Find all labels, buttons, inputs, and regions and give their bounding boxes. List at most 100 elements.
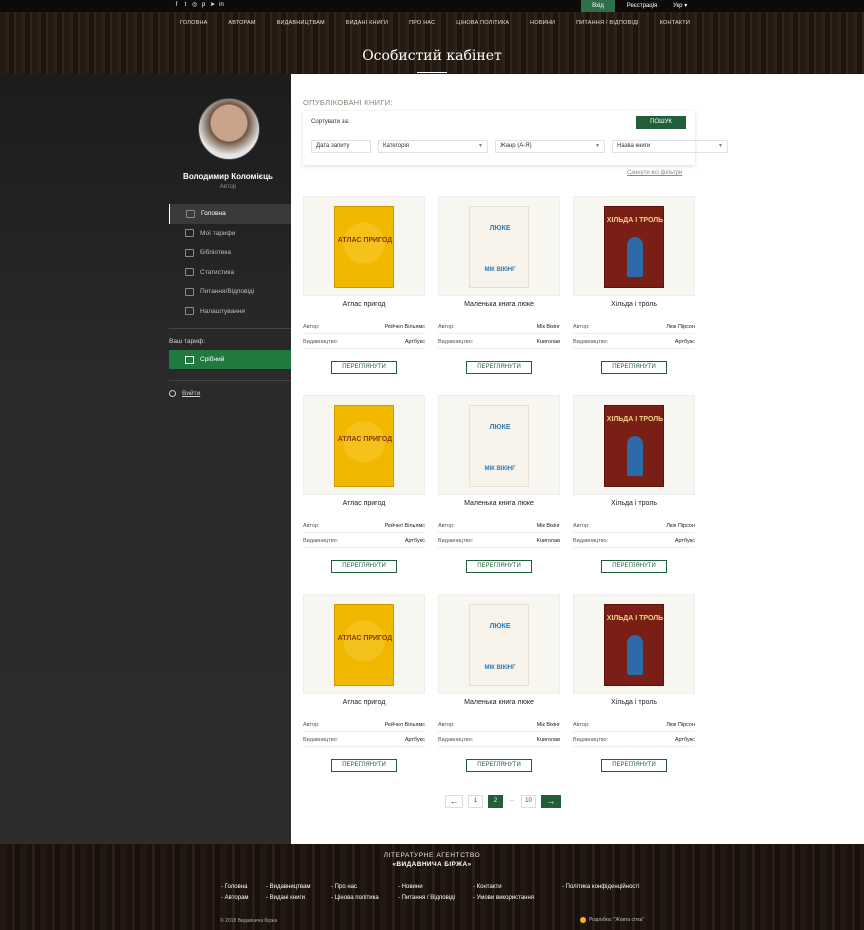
sidebar-item[interactable]: Налаштування xyxy=(169,302,291,322)
title-underline xyxy=(417,72,447,73)
view-button[interactable]: ПЕРЕГЛЯНУТИ xyxy=(331,560,397,573)
book-publisher-row: Видавництво: Артбукс xyxy=(303,339,425,349)
chevron-down-icon: ▼ xyxy=(718,143,723,149)
book-author-row: Автор: Мік Вікінг xyxy=(438,722,560,732)
footer-link[interactable]: - Цінова політика xyxy=(331,895,379,901)
footer-link[interactable]: - Питання / Відповіді xyxy=(398,895,455,901)
telegram-icon[interactable]: ➤ xyxy=(210,2,215,9)
tariff-badge[interactable]: Срібний xyxy=(169,350,291,369)
view-button[interactable]: ПЕРЕГЛЯНУТИ xyxy=(601,759,667,772)
author-label: Автор: xyxy=(438,722,455,728)
logout-label: Вийти xyxy=(182,390,201,397)
view-button[interactable]: ПЕРЕГЛЯНУТИ xyxy=(331,759,397,772)
publisher-value: Артбукс xyxy=(404,339,425,345)
book-cover-text: ХІЛЬДА І ТРОЛЬ xyxy=(606,615,664,622)
footer-link[interactable]: - Новини xyxy=(398,884,423,890)
nav-item[interactable]: ЦІНОВА ПОЛІТИКА xyxy=(456,20,509,26)
nav-item[interactable]: ГОЛОВНА xyxy=(180,20,207,26)
view-button[interactable]: ПЕРЕГЛЯНУТИ xyxy=(331,361,397,374)
book-cover-frame[interactable]: АТЛАС ПРИГОД xyxy=(303,594,425,694)
sidebar-item-label: Налаштування xyxy=(200,307,245,315)
sidebar-item[interactable]: Статистика xyxy=(169,263,291,283)
book-author-row: Автор: Люк Пірсон xyxy=(573,324,695,334)
book-title: Атлас пригод xyxy=(342,500,386,507)
view-button[interactable]: ПЕРЕГЛЯНУТИ xyxy=(466,361,532,374)
book-cover-frame[interactable]: ЛЮКЕ МІК ВІКІНГ xyxy=(438,395,560,495)
chevron-down-icon: ▾ xyxy=(684,3,688,9)
book-cover-frame[interactable]: АТЛАС ПРИГОД xyxy=(303,196,425,296)
instagram-icon[interactable]: ◎ xyxy=(192,2,197,9)
book-cover: АТЛАС ПРИГОД xyxy=(334,206,394,288)
page-button[interactable]: 2 xyxy=(488,795,503,808)
sort-label: Сортувати за: xyxy=(311,119,350,125)
next-page-button[interactable]: → xyxy=(541,795,561,808)
view-button[interactable]: ПЕРЕГЛЯНУТИ xyxy=(601,361,667,374)
view-button[interactable]: ПЕРЕГЛЯНУТИ xyxy=(466,560,532,573)
category-filter[interactable]: Категорія ▼ xyxy=(378,140,488,153)
pinterest-icon[interactable]: p xyxy=(201,2,206,9)
nav-item[interactable]: ПИТАННЯ / ВІДПОВІДІ xyxy=(576,20,639,26)
book-cover-frame[interactable]: АТЛАС ПРИГОД xyxy=(303,395,425,495)
facebook-icon[interactable]: f xyxy=(174,2,179,9)
author-label: Автор: xyxy=(303,722,320,728)
settings-icon xyxy=(185,307,194,316)
nav-item[interactable]: ВИДАВНИЦТВАМ xyxy=(277,20,325,26)
sidebar-item[interactable]: Питання/Відповіді xyxy=(169,282,291,302)
nav-item[interactable]: КОНТАКТИ xyxy=(660,20,690,26)
prev-page-button[interactable]: ← xyxy=(445,795,463,808)
footer-link[interactable]: - Головна xyxy=(221,884,247,890)
nav-item[interactable]: ПРО НАС xyxy=(409,20,435,26)
book-publisher-row: Видавництво: Книголав xyxy=(438,737,560,747)
book-cover-frame[interactable]: ЛЮКЕ МІК ВІКІНГ xyxy=(438,594,560,694)
book-cover-frame[interactable]: ХІЛЬДА І ТРОЛЬ xyxy=(573,395,695,495)
language-select[interactable]: Укр ▾ xyxy=(673,0,687,12)
book-cover-frame[interactable]: ХІЛЬДА І ТРОЛЬ xyxy=(573,196,695,296)
sidebar-item[interactable]: Головна xyxy=(169,204,291,224)
footer-link[interactable]: - Видавництвам xyxy=(266,884,310,890)
footer-link[interactable]: - Умови використання xyxy=(473,895,534,901)
nav-item[interactable]: АВТОРАМ xyxy=(228,20,255,26)
sidebar-item-label: Питання/Відповіді xyxy=(200,288,255,296)
sidebar-item[interactable]: Бібліотека xyxy=(169,243,291,263)
reset-filters-link[interactable]: Скинути всі фільтри xyxy=(627,170,682,176)
genre-filter[interactable]: Жанр (А-Я) ▼ xyxy=(495,140,605,153)
publisher-label: Видавництво: xyxy=(438,538,474,544)
date-filter[interactable]: Дата запиту xyxy=(311,140,371,153)
footer-link[interactable]: - Політика конфіденційності xyxy=(562,884,640,890)
book-cover-frame[interactable]: ЛЮКЕ МІК ВІКІНГ xyxy=(438,196,560,296)
publisher-value: Артбукс xyxy=(674,339,695,345)
logout-link[interactable]: Вийти xyxy=(169,390,200,397)
filter-row: Дата запиту Категорія ▼ Жанр (А-Я) ▼ Назва… xyxy=(311,140,728,153)
view-button[interactable]: ПЕРЕГЛЯНУТИ xyxy=(601,560,667,573)
sidebar-menu: Головна Мої тарифи Бібліотека Статистика Пит… xyxy=(169,204,291,321)
nav-item[interactable]: ВИДАНІ КНИГИ xyxy=(346,20,389,26)
register-button[interactable]: Реєстрація xyxy=(617,0,667,12)
footer-link[interactable]: - Видані книги xyxy=(266,895,305,901)
book-cover-frame[interactable]: ХІЛЬДА І ТРОЛЬ xyxy=(573,594,695,694)
nav-item[interactable]: НОВИНИ xyxy=(530,20,555,26)
title-filter[interactable]: Назва книги ▼ xyxy=(612,140,728,153)
sidebar-item[interactable]: Мої тарифи xyxy=(169,224,291,244)
publisher-value: Книголав xyxy=(536,538,560,544)
book-title: Маленька книга люке xyxy=(464,301,534,308)
title-filter-label: Назва книги xyxy=(617,143,651,149)
page-button[interactable]: 1 xyxy=(468,795,483,808)
main-content: ОПУБЛІКОВАНІ КНИГИ: Сортувати за: ПОШУК … xyxy=(291,74,864,844)
developer-credit[interactable]: Розробка: "Жовта сітка" xyxy=(580,917,644,923)
footer-link[interactable]: - Про нас xyxy=(331,884,357,890)
login-button[interactable]: Вхід xyxy=(581,0,615,12)
footer-link[interactable]: - Авторам xyxy=(221,895,249,901)
linkedin-icon[interactable]: in xyxy=(219,2,224,9)
footer-link[interactable]: - Контакти xyxy=(473,884,502,890)
author-label: Автор: xyxy=(573,722,590,728)
page-button[interactable]: 10 xyxy=(521,795,536,808)
tariff-icon xyxy=(185,355,194,364)
book-cover-author: МІК ВІКІНГ xyxy=(484,466,516,472)
category-filter-label: Категорія xyxy=(383,143,410,149)
publisher-value: Артбукс xyxy=(674,737,695,743)
view-button[interactable]: ПЕРЕГЛЯНУТИ xyxy=(466,759,532,772)
twitter-icon[interactable]: t xyxy=(183,2,188,9)
book-cover: ХІЛЬДА І ТРОЛЬ xyxy=(604,206,664,288)
search-button[interactable]: ПОШУК xyxy=(636,116,686,129)
copyright: © 2018 Видавнича біржа xyxy=(220,918,278,924)
